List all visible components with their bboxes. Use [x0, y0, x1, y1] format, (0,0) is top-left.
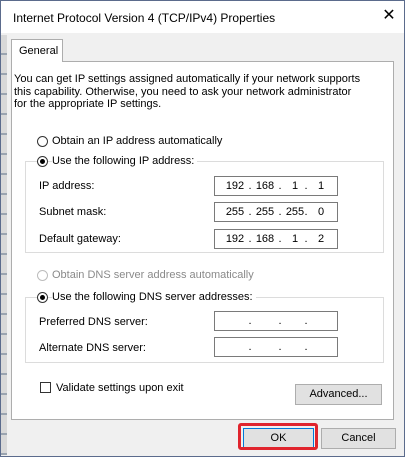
- intro-line: You can get IP settings assigned automat…: [14, 73, 361, 85]
- octet: 192: [225, 233, 245, 245]
- obtain-dns-auto-label[interactable]: Obtain DNS server address automatically: [52, 269, 254, 281]
- alternate-dns-label: Alternate DNS server:: [39, 342, 146, 354]
- radio-use-following-ip[interactable]: [37, 156, 48, 167]
- octet-dot: .: [304, 341, 308, 353]
- octet: 168: [255, 233, 275, 245]
- octet: 168: [255, 180, 275, 192]
- octet: 255: [225, 206, 245, 218]
- subnet-mask-input[interactable]: 255 . 255 . 255 . 0: [214, 202, 338, 222]
- octet: 2: [317, 233, 325, 245]
- preferred-dns-label: Preferred DNS server:: [39, 316, 148, 328]
- cancel-button[interactable]: Cancel: [321, 428, 396, 449]
- octet-dot: .: [248, 315, 252, 327]
- ip-address-input[interactable]: 192 . 168 . 1 . 1: [214, 176, 338, 196]
- properties-dialog: Internet Protocol Version 4 (TCP/IPv4) P…: [0, 0, 405, 457]
- octet: 255: [255, 206, 275, 218]
- ok-highlight-annotation: [238, 423, 318, 450]
- tab-general[interactable]: General: [11, 39, 63, 62]
- use-following-ip-label[interactable]: Use the following IP address:: [52, 155, 198, 167]
- advanced-button[interactable]: Advanced...: [295, 384, 382, 405]
- preferred-dns-input[interactable]: . . .: [214, 311, 338, 331]
- default-gateway-input[interactable]: 192 . 168 . 1 . 2: [214, 229, 338, 249]
- validate-settings-label[interactable]: Validate settings upon exit: [56, 382, 184, 394]
- title-bar: Internet Protocol Version 4 (TCP/IPv4) P…: [1, 1, 404, 33]
- ip-address-label: IP address:: [39, 180, 95, 192]
- subnet-mask-label: Subnet mask:: [39, 206, 107, 218]
- tab-general-label: General: [19, 45, 59, 57]
- radio-obtain-ip-auto[interactable]: [37, 136, 48, 147]
- dialog-title: Internet Protocol Version 4 (TCP/IPv4) P…: [13, 11, 276, 25]
- use-following-dns-label[interactable]: Use the following DNS server addresses:: [52, 291, 256, 303]
- intro-line: for the appropriate IP settings.: [14, 98, 162, 110]
- alternate-dns-input[interactable]: . . .: [214, 337, 338, 357]
- octet-dot: .: [278, 315, 282, 327]
- intro-line: this capability. Otherwise, you need to …: [14, 85, 352, 98]
- octet: 1: [317, 180, 325, 192]
- close-icon[interactable]: ✕: [377, 4, 401, 28]
- intro-text: You can get IP settings assigned automat…: [14, 73, 384, 111]
- octet-dot: .: [248, 341, 252, 353]
- validate-settings-checkbox[interactable]: [40, 382, 51, 393]
- radio-use-following-dns[interactable]: [37, 292, 48, 303]
- octet: 0: [317, 206, 325, 218]
- default-gateway-label: Default gateway:: [39, 233, 121, 245]
- background-window-edge: [1, 35, 7, 455]
- octet: 192: [225, 180, 245, 192]
- octet-dot: .: [304, 315, 308, 327]
- radio-obtain-dns-auto[interactable]: [37, 270, 48, 281]
- octet-dot: .: [278, 341, 282, 353]
- obtain-ip-auto-label[interactable]: Obtain an IP address automatically: [52, 135, 222, 147]
